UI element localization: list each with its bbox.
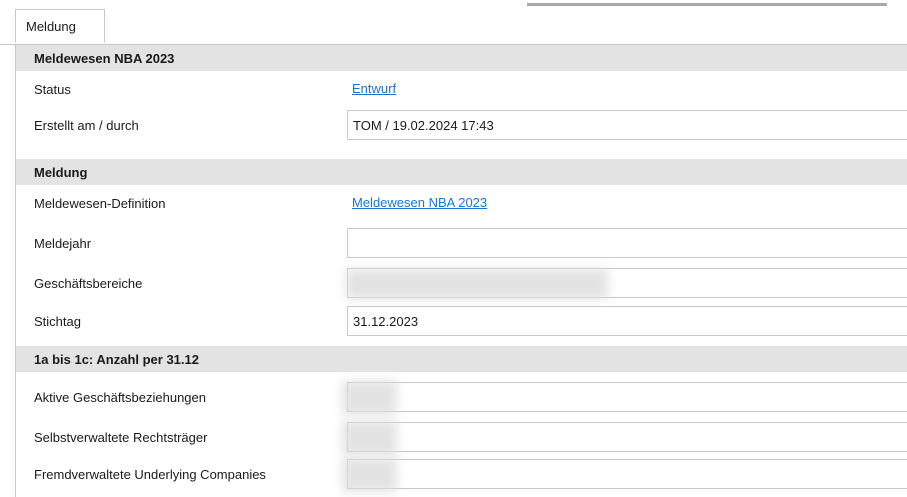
row-geschaeftsbereiche: Geschäftsbereiche	[16, 265, 907, 301]
section-header-meldung: Meldung	[16, 159, 907, 185]
aktive-field[interactable]	[347, 382, 907, 412]
erstellt-field[interactable]: TOM / 19.02.2024 17:43	[347, 110, 907, 140]
status-link[interactable]: Entwurf	[352, 71, 396, 105]
row-fremdverwaltete: Fremdverwaltete Underlying Companies	[16, 456, 907, 492]
top-strip	[0, 0, 907, 8]
selbstverwaltete-label: Selbstverwaltete Rechtsträger	[34, 429, 208, 445]
status-label: Status	[34, 81, 71, 97]
row-status: Status Entwurf	[16, 71, 907, 107]
definition-label: Meldewesen-Definition	[34, 195, 166, 211]
meldejahr-field[interactable]	[347, 228, 907, 258]
row-definition: Meldewesen-Definition Meldewesen NBA 202…	[16, 185, 907, 221]
redacted-value	[346, 269, 608, 299]
row-selbstverwaltete: Selbstverwaltete Rechtsträger	[16, 419, 907, 455]
meldejahr-label: Meldejahr	[34, 235, 92, 251]
redacted-value	[342, 458, 397, 492]
geschaeftsbereiche-label: Geschäftsbereiche	[34, 275, 143, 291]
form-panel: Meldewesen NBA 2023 Status Entwurf Erste…	[15, 45, 907, 497]
redacted-value	[342, 381, 397, 415]
row-stichtag: Stichtag 31.12.2023	[16, 303, 907, 339]
stichtag-label: Stichtag	[34, 313, 81, 329]
stichtag-field[interactable]: 31.12.2023	[347, 306, 907, 336]
erstellt-label: Erstellt am / durch	[34, 117, 139, 133]
selbstverwaltete-field[interactable]	[347, 422, 907, 452]
row-meldejahr: Meldejahr	[16, 225, 907, 261]
definition-link[interactable]: Meldewesen NBA 2023	[352, 185, 487, 219]
row-aktive: Aktive Geschäftsbeziehungen	[16, 379, 907, 415]
scrollbar-indicator[interactable]	[527, 3, 887, 6]
aktive-label: Aktive Geschäftsbeziehungen	[34, 389, 206, 405]
tab-strip: Meldung	[0, 8, 907, 45]
row-erstellt: Erstellt am / durch TOM / 19.02.2024 17:…	[16, 107, 907, 143]
fremdverwaltete-field[interactable]	[347, 459, 907, 489]
section-header-anzahl: 1a bis 1c: Anzahl per 31.12	[16, 346, 907, 372]
section-header-meldewesen: Meldewesen NBA 2023	[16, 45, 907, 71]
fremdverwaltete-label: Fremdverwaltete Underlying Companies	[34, 466, 266, 482]
tab-meldung[interactable]: Meldung	[15, 9, 105, 43]
redacted-value	[342, 421, 397, 455]
